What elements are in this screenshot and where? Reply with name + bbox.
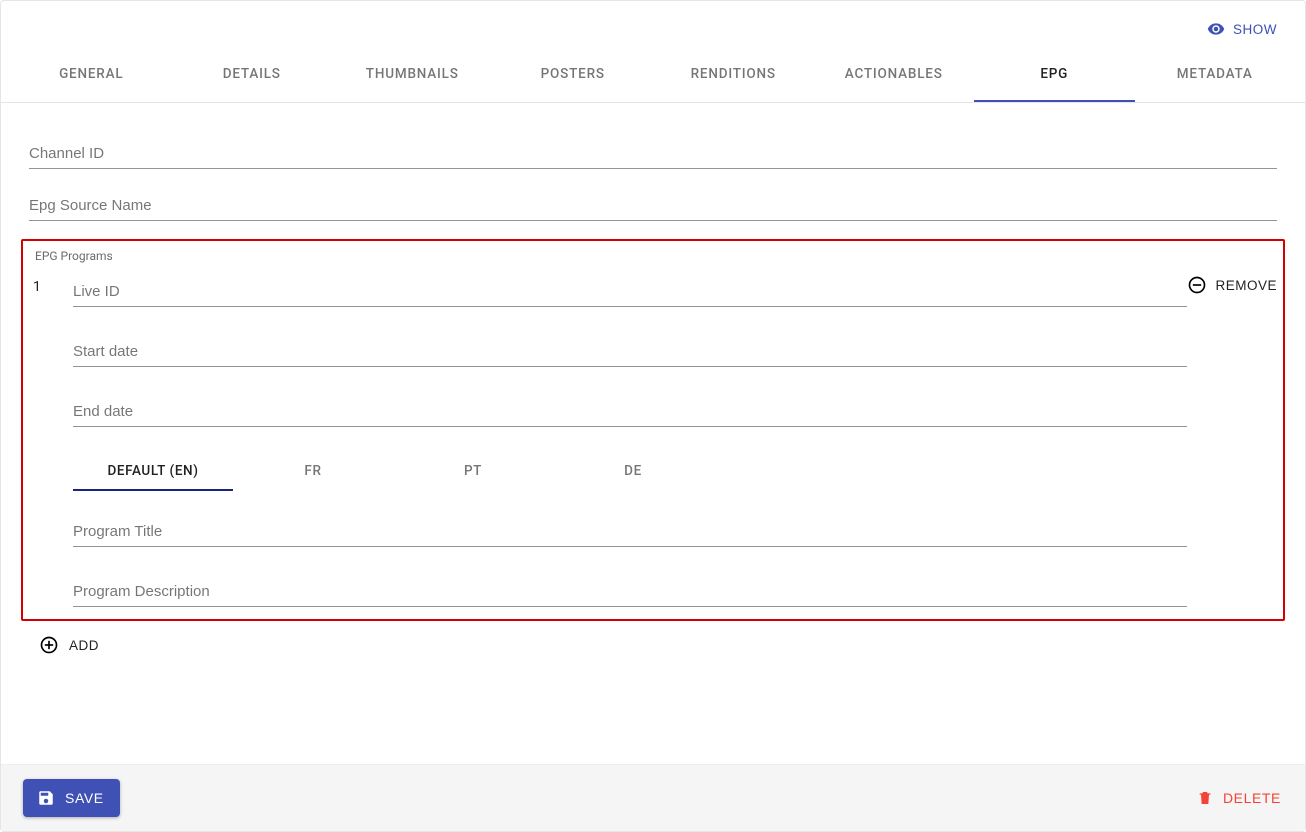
- save-button[interactable]: SAVE: [23, 779, 120, 817]
- epg-source-name-input[interactable]: [29, 187, 1277, 221]
- trash-icon: [1197, 790, 1213, 806]
- save-button-label: SAVE: [65, 790, 104, 806]
- add-button-label: ADD: [69, 638, 99, 653]
- lang-tab-pt[interactable]: PT: [393, 453, 553, 491]
- end-date-input[interactable]: [73, 393, 1187, 427]
- tab-posters[interactable]: POSTERS: [493, 47, 654, 102]
- remove-button[interactable]: REMOVE: [1187, 275, 1277, 295]
- tab-general[interactable]: GENERAL: [11, 47, 172, 102]
- live-id-field-wrapper: [73, 273, 1187, 307]
- remove-circle-icon: [1187, 275, 1207, 295]
- show-button[interactable]: SHOW: [1207, 20, 1277, 38]
- tab-epg[interactable]: EPG: [974, 47, 1135, 102]
- topbar: SHOW: [1, 1, 1305, 47]
- page-container: SHOW GENERAL DETAILS THUMBNAILS POSTERS …: [0, 0, 1306, 832]
- start-date-field-wrapper: [73, 333, 1187, 367]
- epg-programs-section: EPG Programs 1 REMOVE: [21, 239, 1285, 621]
- epg-program-item: 1 REMOVE: [33, 273, 1273, 607]
- epg-source-name-field-wrapper: [29, 187, 1277, 221]
- end-date-field-wrapper: [73, 393, 1187, 427]
- delete-button[interactable]: DELETE: [1197, 790, 1281, 806]
- tab-details[interactable]: DETAILS: [172, 47, 333, 102]
- live-id-input[interactable]: [73, 273, 1187, 307]
- main-tabs: GENERAL DETAILS THUMBNAILS POSTERS RENDI…: [1, 47, 1305, 103]
- add-circle-icon: [39, 635, 59, 655]
- lang-tab-fr[interactable]: FR: [233, 453, 393, 491]
- tab-actionables[interactable]: ACTIONABLES: [814, 47, 975, 102]
- channel-id-field-wrapper: [29, 135, 1277, 169]
- program-description-field-wrapper: [73, 573, 1187, 607]
- footer: SAVE DELETE: [1, 764, 1305, 831]
- remove-button-label: REMOVE: [1215, 278, 1277, 293]
- lang-tab-default-en[interactable]: DEFAULT (EN): [73, 453, 233, 491]
- tab-thumbnails[interactable]: THUMBNAILS: [332, 47, 493, 102]
- channel-id-input[interactable]: [29, 135, 1277, 169]
- add-button[interactable]: ADD: [39, 635, 99, 655]
- save-icon: [37, 789, 55, 807]
- program-title-input[interactable]: [73, 513, 1187, 547]
- tab-metadata[interactable]: METADATA: [1135, 47, 1296, 102]
- language-tabs: DEFAULT (EN) FR PT DE: [73, 453, 1187, 491]
- start-date-input[interactable]: [73, 333, 1187, 367]
- program-description-input[interactable]: [73, 573, 1187, 607]
- delete-button-label: DELETE: [1223, 790, 1281, 806]
- lang-tab-de[interactable]: DE: [553, 453, 713, 491]
- eye-icon: [1207, 20, 1225, 38]
- tab-renditions[interactable]: RENDITIONS: [653, 47, 814, 102]
- program-title-field-wrapper: [73, 513, 1187, 547]
- program-index: 1: [33, 279, 41, 295]
- epg-programs-label: EPG Programs: [33, 247, 1273, 269]
- content-area: EPG Programs 1 REMOVE: [1, 103, 1305, 764]
- show-button-label: SHOW: [1233, 22, 1277, 37]
